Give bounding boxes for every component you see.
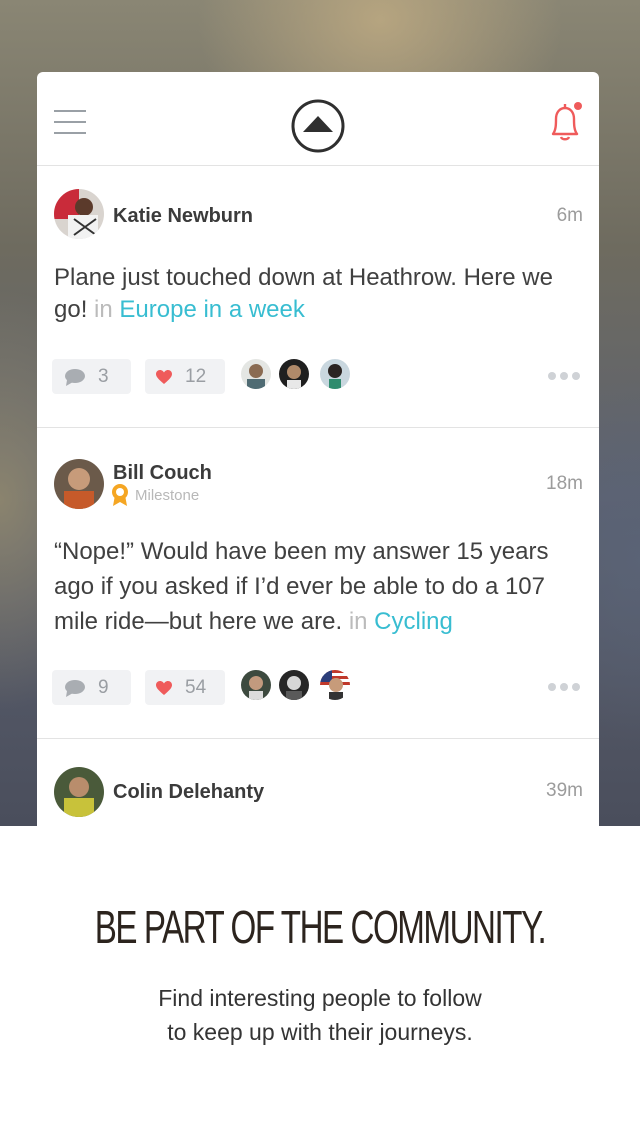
- post-time: 39m: [546, 780, 583, 801]
- like-button[interactable]: 54: [145, 670, 225, 705]
- liker-avatar[interactable]: [279, 359, 309, 389]
- liker-avatar[interactable]: [279, 670, 309, 700]
- comment-count: 9: [98, 676, 109, 698]
- comment-button[interactable]: 9: [52, 670, 131, 705]
- journey-tag-link[interactable]: Cycling: [374, 608, 453, 635]
- heart-icon: [156, 680, 172, 695]
- author-name[interactable]: Katie Newburn: [113, 205, 253, 228]
- post-text: “Nope!” Would have been my answer 15 yea…: [54, 534, 579, 639]
- milestone-badge: Milestone: [111, 484, 199, 506]
- more-options-icon[interactable]: [548, 683, 580, 691]
- liker-avatar[interactable]: [320, 359, 350, 389]
- bell-icon[interactable]: [545, 100, 585, 144]
- award-ribbon-icon: [112, 484, 128, 506]
- post-body: “Nope!” Would have been my answer 15 yea…: [54, 538, 549, 635]
- hamburger-icon[interactable]: [54, 110, 86, 134]
- author-name[interactable]: Bill Couch: [113, 462, 212, 485]
- more-options-icon[interactable]: [548, 372, 580, 380]
- post-text: Plane just touched down at Heathrow. Her…: [54, 262, 579, 326]
- like-button[interactable]: 12: [145, 359, 225, 394]
- promo-subtitle: Find interesting people to follow to kee…: [0, 981, 640, 1049]
- avatar[interactable]: [54, 767, 104, 817]
- feed-post: Katie Newburn 6m Plane just touched down…: [37, 166, 599, 428]
- milestone-label: Milestone: [135, 486, 200, 504]
- liker-avatar[interactable]: [241, 670, 271, 700]
- promo-headline: BE PART OF THE COMMUNITY.: [94, 901, 547, 953]
- comment-count: 3: [98, 365, 109, 387]
- author-name[interactable]: Colin Delehanty: [113, 781, 264, 804]
- like-count: 12: [185, 365, 207, 387]
- avatar[interactable]: [54, 459, 104, 509]
- in-label: in: [94, 296, 113, 323]
- comment-icon: [65, 679, 85, 697]
- promo-line-2: to keep up with their journeys.: [167, 1019, 473, 1045]
- liker-avatar[interactable]: [320, 670, 350, 700]
- feed-card: Katie Newburn 6m Plane just touched down…: [37, 72, 599, 826]
- top-nav: [37, 72, 599, 166]
- avatar[interactable]: [54, 189, 104, 239]
- like-count: 54: [185, 676, 207, 698]
- feed-post: Bill Couch Milestone 18m “Nope!” Would h…: [37, 428, 599, 739]
- feed-post: Colin Delehanty 39m: [37, 739, 599, 826]
- mountain-logo-icon[interactable]: [291, 99, 345, 153]
- promo-line-1: Find interesting people to follow: [158, 985, 482, 1011]
- promo-section: BE PART OF THE COMMUNITY. Find interesti…: [0, 826, 640, 1136]
- liker-avatar[interactable]: [241, 359, 271, 389]
- comment-button[interactable]: 3: [52, 359, 131, 394]
- post-time: 6m: [556, 205, 583, 226]
- in-label: in: [348, 608, 368, 635]
- heart-icon: [156, 369, 172, 384]
- journey-tag-link[interactable]: Europe in a week: [119, 296, 304, 323]
- comment-icon: [65, 368, 85, 386]
- post-time: 18m: [546, 473, 583, 494]
